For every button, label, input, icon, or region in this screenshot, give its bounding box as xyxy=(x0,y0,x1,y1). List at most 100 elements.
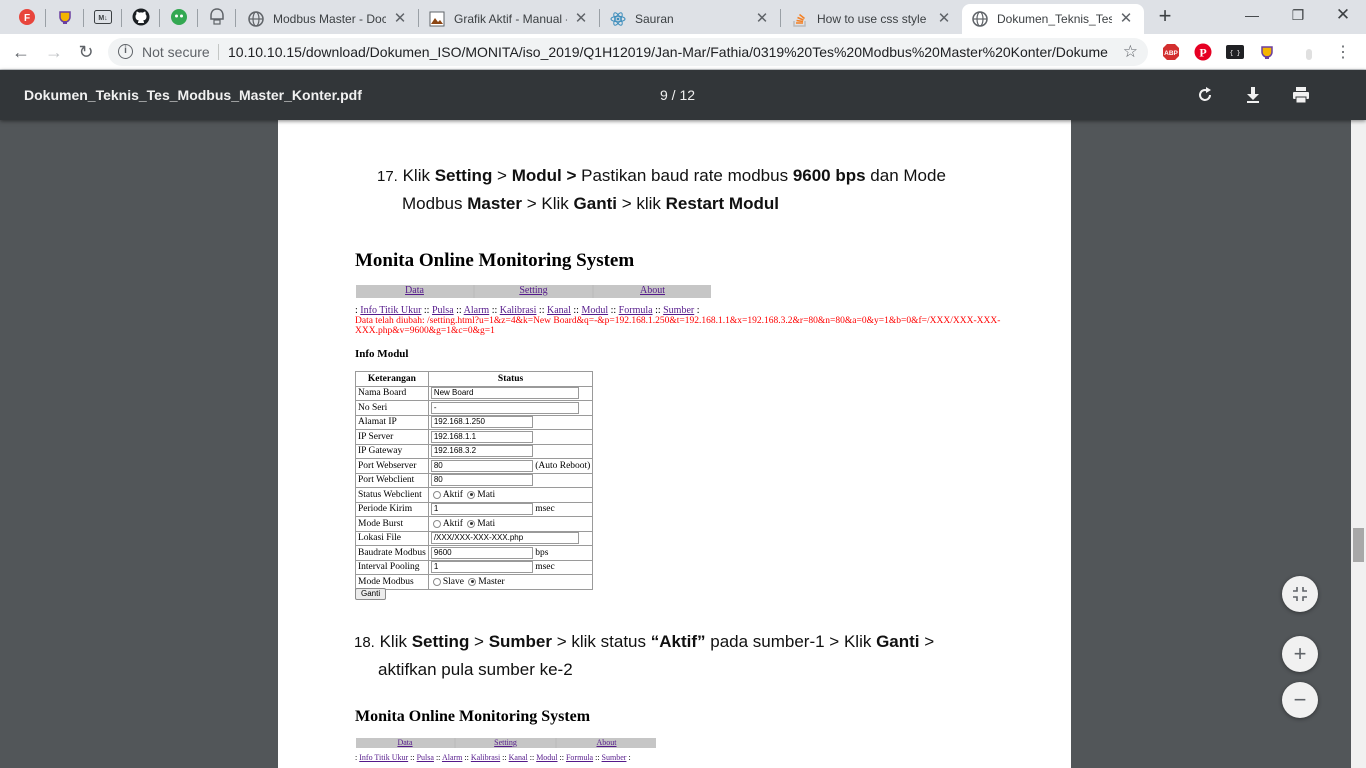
lokasi-file-field[interactable]: /XXX/XXX-XXX-XXX.php xyxy=(430,532,579,545)
fit-page-button[interactable] xyxy=(1282,576,1318,612)
webclient-mati-radio[interactable] xyxy=(467,490,476,499)
table-row: IP Gateway 192.168.3.2 xyxy=(355,443,594,459)
image-icon xyxy=(429,11,445,27)
link-alarm[interactable]: Alarm xyxy=(464,305,490,316)
link-formula[interactable]: Formula xyxy=(619,305,653,316)
close-tab-icon[interactable]: ✕ xyxy=(754,11,770,27)
link-kanal[interactable]: Kanal xyxy=(547,305,571,316)
port-webclient-field[interactable]: 80 xyxy=(430,474,533,487)
close-tab-icon[interactable]: ✕ xyxy=(392,11,408,27)
link-sumber[interactable]: Sumber xyxy=(663,305,694,316)
table-row: Interval Pooling 1 msec xyxy=(355,559,594,575)
profile-avatar[interactable] xyxy=(1300,43,1318,61)
pinned-tab-cup[interactable] xyxy=(53,5,77,29)
ganti-button[interactable]: Ganti xyxy=(355,588,387,600)
link-alarm[interactable]: Alarm xyxy=(442,753,462,762)
new-tab-button[interactable]: + xyxy=(1153,5,1177,29)
webclient-aktif-radio[interactable] xyxy=(432,490,441,499)
burst-mati-radio[interactable] xyxy=(467,519,476,528)
link-kalibrasi[interactable]: Kalibrasi xyxy=(471,753,500,762)
menu-about[interactable]: About xyxy=(594,285,711,298)
pinterest-extension[interactable]: P xyxy=(1194,43,1212,61)
modbus-master-radio[interactable] xyxy=(468,577,477,586)
security-status[interactable]: Not secure xyxy=(142,44,210,60)
link-modul[interactable]: Modul xyxy=(536,753,557,762)
react-icon xyxy=(610,11,626,27)
modbus-slave-radio[interactable] xyxy=(432,577,441,586)
tab-sauran[interactable]: Sauran ✕ xyxy=(600,4,780,34)
download-button[interactable] xyxy=(1241,83,1265,107)
link-modul[interactable]: Modul xyxy=(581,305,608,316)
tab-dokumen-teknis[interactable]: Dokumen_Teknis_Tes_ ✕ xyxy=(962,4,1144,34)
interval-pooling-field[interactable]: 1 xyxy=(430,561,533,574)
print-button[interactable] xyxy=(1289,83,1313,107)
alamat-ip-field[interactable]: 192.168.1.250 xyxy=(430,416,533,429)
baudrate-field[interactable]: 9600 xyxy=(430,546,533,559)
url-text[interactable]: 10.10.10.15/download/Dokumen_ISO/MONITA/… xyxy=(228,44,1108,60)
scrollbar-track[interactable] xyxy=(1351,70,1366,768)
stackoverflow-icon xyxy=(792,11,808,27)
monita-sublinks-2: : Info Titik Ukur :: Pulsa :: Alarm :: K… xyxy=(355,753,631,762)
pinned-tab-helmet[interactable] xyxy=(205,5,229,29)
zoom-in-button[interactable]: + xyxy=(1282,636,1318,672)
link-formula[interactable]: Formula xyxy=(566,753,593,762)
cup-extension[interactable] xyxy=(1258,43,1276,61)
col-keterangan: Keterangan xyxy=(355,371,429,387)
tab-grafik-aktif[interactable]: Grafik Aktif - Manual - ✕ xyxy=(419,4,599,34)
pinned-tab-markdown[interactable]: M↓ xyxy=(91,5,115,29)
scrollbar-thumb[interactable] xyxy=(1353,528,1364,562)
tab-modbus-master[interactable]: Modbus Master - Doc ✕ xyxy=(238,4,418,34)
link-kalibrasi[interactable]: Kalibrasi xyxy=(500,305,537,316)
address-bar[interactable]: i Not secure 10.10.10.15/download/Dokume… xyxy=(108,38,1148,66)
menu-data[interactable]: Data xyxy=(356,738,454,748)
link-info-titik-ukur[interactable]: Info Titik Ukur xyxy=(360,305,421,316)
close-window-button[interactable]: ✕ xyxy=(1320,0,1366,32)
back-button[interactable]: ← xyxy=(9,40,33,64)
forward-button[interactable]: → xyxy=(42,40,66,64)
menu-about[interactable]: About xyxy=(557,738,656,748)
menu-setting[interactable]: Setting xyxy=(475,285,592,298)
ip-server-field[interactable]: 192.168.1.1 xyxy=(430,430,533,443)
adblock-extension[interactable]: ABP xyxy=(1162,43,1180,61)
link-info-titik-ukur[interactable]: Info Titik Ukur xyxy=(359,753,408,762)
page-indicator[interactable]: 9 / 12 xyxy=(660,87,695,103)
no-seri-field[interactable]: - xyxy=(430,401,579,414)
menu-setting[interactable]: Setting xyxy=(456,738,555,748)
link-pulsa[interactable]: Pulsa xyxy=(417,753,434,762)
pinned-tab-github[interactable] xyxy=(129,5,153,29)
reload-button[interactable]: ↻ xyxy=(74,40,98,64)
minimize-button[interactable]: — xyxy=(1229,0,1275,32)
devtools-extension[interactable]: { } xyxy=(1226,43,1244,61)
link-kanal[interactable]: Kanal xyxy=(509,753,528,762)
link-sumber[interactable]: Sumber xyxy=(602,753,627,762)
menu-kebab-icon[interactable]: ⋮ xyxy=(1334,43,1352,61)
svg-text:F: F xyxy=(24,13,30,24)
close-tab-icon[interactable]: ✕ xyxy=(1118,11,1134,27)
col-status: Status xyxy=(427,371,594,387)
step-18-line-1: 18. Klik Setting > Sumber > klik status … xyxy=(354,632,935,651)
markdown-icon: M↓ xyxy=(94,10,112,24)
zoom-out-button[interactable]: − xyxy=(1282,682,1318,718)
step-17-line-2: Modbus Master > Klik Ganti > klik Restar… xyxy=(402,194,779,213)
periode-kirim-field[interactable]: 1 xyxy=(430,503,533,516)
pinned-tab-green[interactable] xyxy=(167,5,191,29)
ip-gateway-field[interactable]: 192.168.3.2 xyxy=(430,445,533,458)
close-tab-icon[interactable]: ✕ xyxy=(573,11,589,27)
step-number: 17. xyxy=(377,168,398,185)
tab-css-style[interactable]: How to use css style in ✕ xyxy=(782,4,962,34)
close-tab-icon[interactable]: ✕ xyxy=(936,11,952,27)
burst-aktif-radio[interactable] xyxy=(432,519,441,528)
table-row: No Seri - xyxy=(355,400,594,416)
bookmark-star-icon[interactable]: ☆ xyxy=(1123,42,1138,62)
pinned-tab-f[interactable]: F xyxy=(15,5,39,29)
port-webserver-field[interactable]: 80 xyxy=(430,459,533,472)
table-row: Port Webclient 80 xyxy=(355,472,594,488)
monita-menu: Data Setting About xyxy=(356,285,711,298)
table-row: Mode Modbus Slave Master xyxy=(355,574,594,590)
restore-button[interactable]: ❐ xyxy=(1275,0,1321,32)
rotate-button[interactable] xyxy=(1193,83,1217,107)
menu-data[interactable]: Data xyxy=(356,285,473,298)
info-icon[interactable]: i xyxy=(118,44,133,59)
link-pulsa[interactable]: Pulsa xyxy=(432,305,454,316)
nama-board-field[interactable]: New Board xyxy=(430,387,579,400)
